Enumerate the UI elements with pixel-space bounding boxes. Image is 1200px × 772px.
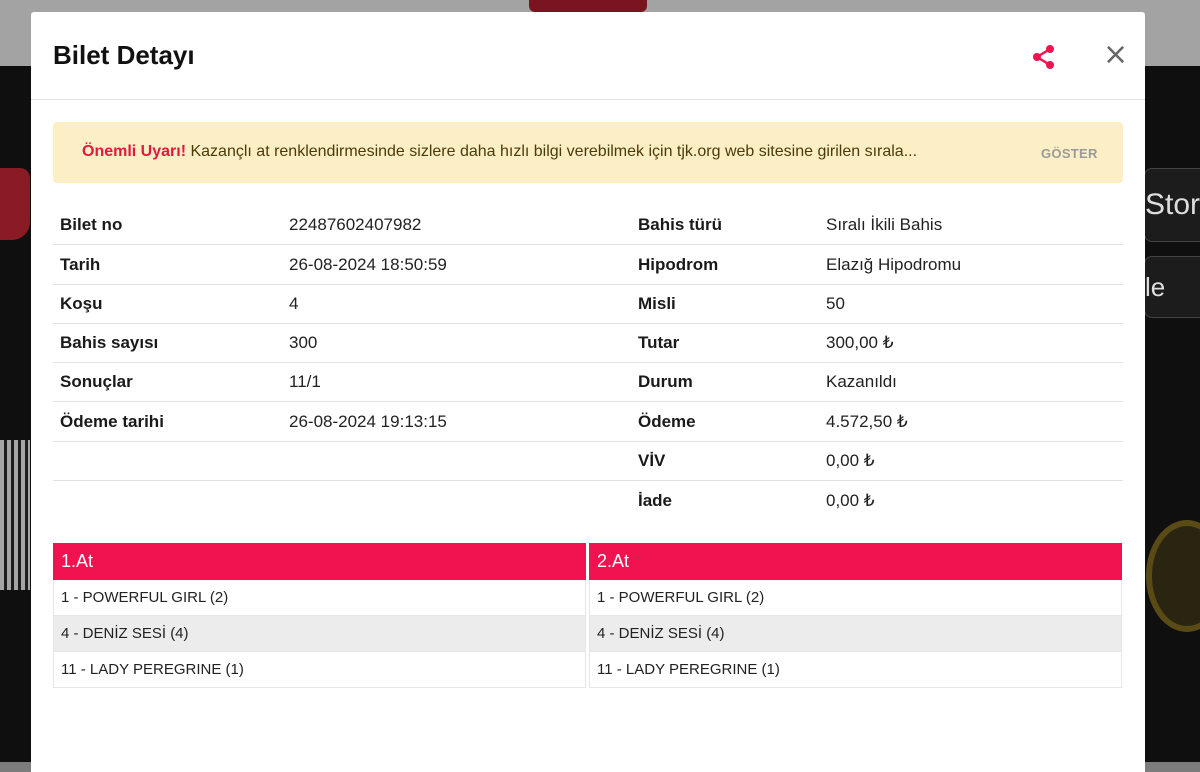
horse-selection-table: 1.At 1 - POWERFUL GIRL (2) 4 - DENİZ SES… xyxy=(53,543,1123,691)
detail-label: Durum xyxy=(638,372,693,391)
detail-row: Sonuçlar 11/1 Durum Kazanıldı xyxy=(53,362,1123,402)
detail-row: Bilet no 22487602407982 Bahis türü Sıral… xyxy=(53,205,1123,245)
alert-title: Önemli Uyarı! xyxy=(82,143,187,160)
background-button xyxy=(529,0,647,12)
detail-value: Elazığ Hipodromu xyxy=(826,255,962,274)
detail-value: 0,00 ₺ xyxy=(826,491,875,510)
detail-value: 0,00 ₺ xyxy=(826,451,875,470)
detail-value: 26-08-2024 19:13:15 xyxy=(289,412,447,431)
detail-label: Bahis sayısı xyxy=(60,333,159,352)
modal-title: Bilet Detayı xyxy=(53,40,195,70)
detail-label: Ödeme xyxy=(638,412,696,431)
detail-value: 11/1 xyxy=(289,372,321,391)
detail-value: Sıralı İkili Bahis xyxy=(826,215,943,234)
detail-value: Kazanıldı xyxy=(826,372,897,391)
detail-label: Hipodrom xyxy=(638,255,719,274)
detail-label: Koşu xyxy=(60,294,103,313)
horse-list-item: 11 - LADY PEREGRINE (1) xyxy=(53,652,586,688)
detail-label: Tarih xyxy=(60,255,101,274)
share-icon[interactable] xyxy=(1031,44,1057,70)
detail-row: Bahis sayısı 300 Tutar 300,00 ₺ xyxy=(53,323,1123,363)
alert-message: Önemli Uyarı! Kazançlı at renklendirmesi… xyxy=(82,143,917,161)
detail-label: Misli xyxy=(638,294,676,313)
detail-value: 26-08-2024 18:50:59 xyxy=(289,255,447,274)
detail-row: İade 0,00 ₺ xyxy=(53,481,1123,520)
detail-row: Koşu 4 Misli 50 xyxy=(53,284,1123,324)
detail-label: İade xyxy=(638,491,673,510)
detail-row: Ödeme tarihi 26-08-2024 19:13:15 Ödeme 4… xyxy=(53,402,1123,442)
detail-value: 300,00 ₺ xyxy=(826,333,894,352)
ticket-detail-modal: Bilet Detayı × Önemli Uyarı! Kazançlı at… xyxy=(31,12,1145,772)
detail-row: VİV 0,00 ₺ xyxy=(53,441,1123,481)
detail-value: 300 xyxy=(289,333,318,352)
detail-row: Tarih 26-08-2024 18:50:59 Hipodrom Elazı… xyxy=(53,245,1123,285)
detail-label: Ödeme tarihi xyxy=(60,412,164,431)
background-qr-code xyxy=(0,440,30,590)
horse-list-item: 11 - LADY PEREGRINE (1) xyxy=(589,652,1122,688)
detail-value: 4.572,50 ₺ xyxy=(826,412,908,431)
detail-value: 22487602407982 xyxy=(289,215,422,234)
horse-list-item: 4 - DENİZ SESİ (4) xyxy=(53,616,586,652)
horse-list-item: 1 - POWERFUL GIRL (2) xyxy=(53,580,586,616)
second-horse-column: 2.At 1 - POWERFUL GIRL (2) 4 - DENİZ SES… xyxy=(589,543,1122,691)
detail-value: 50 xyxy=(826,294,845,313)
warning-alert: Önemli Uyarı! Kazançlı at renklendirmesi… xyxy=(53,122,1123,183)
background-logo xyxy=(0,168,30,240)
horse-list-item: 1 - POWERFUL GIRL (2) xyxy=(589,580,1122,616)
modal-header: Bilet Detayı × xyxy=(31,12,1145,100)
alert-body: Kazançlı at renklendirmesinde sizlere da… xyxy=(186,143,918,160)
second-horse-header: 2.At xyxy=(589,543,1122,580)
horse-list-item: 4 - DENİZ SESİ (4) xyxy=(589,616,1122,652)
first-horse-column: 1.At 1 - POWERFUL GIRL (2) 4 - DENİZ SES… xyxy=(53,543,586,691)
detail-value: 4 xyxy=(289,294,299,313)
detail-label: Tutar xyxy=(638,333,680,352)
detail-label: Bahis türü xyxy=(638,215,723,234)
background-app-store-badge: Stor xyxy=(1144,168,1200,242)
background-google-play-badge: le Pla xyxy=(1144,256,1200,318)
detail-label: VİV xyxy=(638,451,666,470)
detail-label: Sonuçlar xyxy=(60,372,133,391)
show-button[interactable]: GÖSTER xyxy=(1041,146,1098,161)
detail-label: Bilet no xyxy=(60,215,123,234)
first-horse-header: 1.At xyxy=(53,543,586,580)
close-icon[interactable]: × xyxy=(1103,40,1128,70)
